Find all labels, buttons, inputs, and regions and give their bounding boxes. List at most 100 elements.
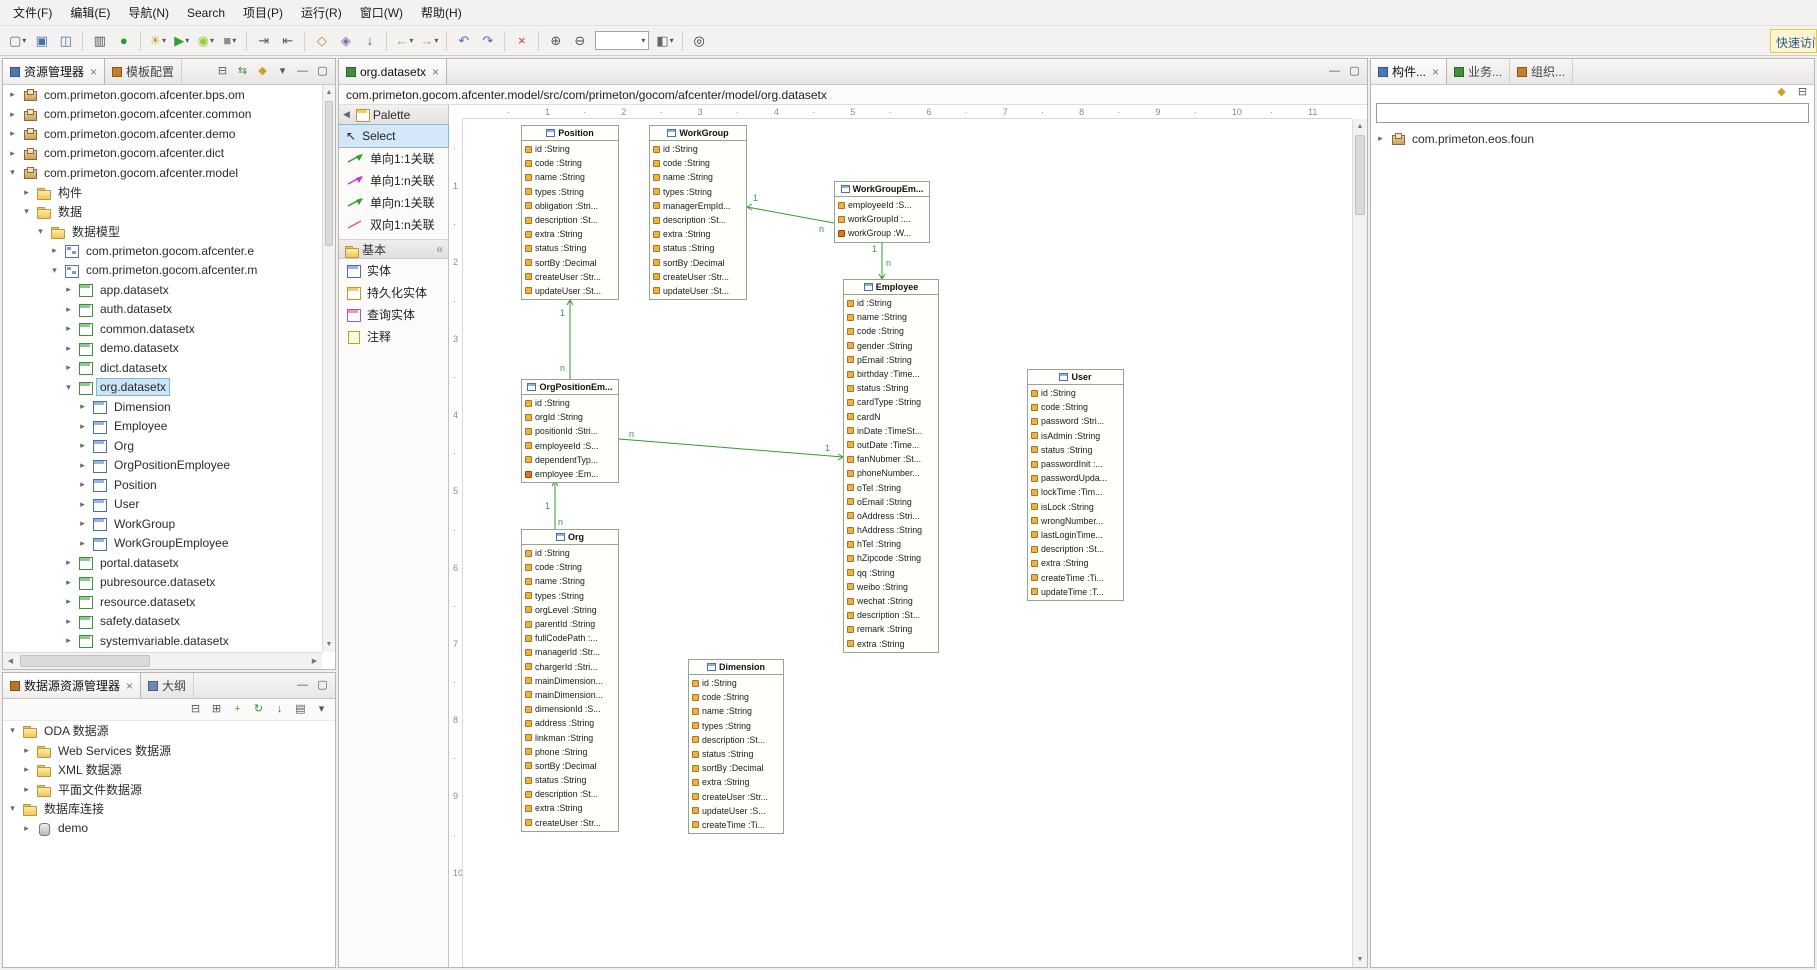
tab-org-datasetx[interactable]: org.datasetx× [339,59,447,84]
menu-item[interactable]: 编辑(E) [61,0,119,26]
collapse-all-icon[interactable]: ⊟ [215,66,230,77]
tree-item[interactable]: ▸WorkGroupEmployee [3,534,322,554]
tree-item[interactable]: ▾数据模型 [3,222,322,242]
entity-field[interactable]: fullCodePath :... [522,631,618,645]
entity-field[interactable]: managerId :Str... [522,645,618,659]
tree-item[interactable]: ▸app.datasetx [3,280,322,300]
entity-field[interactable]: sortBy :Decimal [650,256,746,270]
next-edit-button[interactable]: ↷ [476,29,499,53]
entity-field[interactable]: extra :String [1028,556,1123,570]
layout-button[interactable]: ◧▾ [653,29,676,53]
skip-breakpoints-button[interactable]: ⇥ [252,29,275,53]
entity-field[interactable]: id :String [650,142,746,156]
entity-field[interactable]: remark :String [844,622,938,636]
relationship-orgpositionemployee-position[interactable]: 1n [560,300,573,379]
entity-field[interactable]: orgId :String [522,410,618,424]
entity-field[interactable]: birthday :Time... [844,367,938,381]
entity-field[interactable]: createUser :Str... [522,816,618,830]
entity-field[interactable]: status :String [522,241,618,255]
collapsed-arrow-icon[interactable]: ▸ [63,323,74,334]
collapse-palette-icon[interactable]: ◀ [343,109,350,120]
tree-item[interactable]: ▸Position [3,475,322,495]
entity-field[interactable]: id :String [522,142,618,156]
tree-item[interactable]: ▸com.primeton.gocom.afcenter.e [3,241,322,261]
entity-field[interactable]: code :String [689,690,783,704]
expanded-arrow-icon[interactable]: ▾ [7,725,18,736]
entity-field[interactable]: createUser :Str... [522,270,618,284]
tree-item[interactable]: ▾com.primeton.gocom.afcenter.model [3,163,322,183]
collapsed-arrow-icon[interactable]: ▸ [63,596,74,607]
entity-field[interactable]: extra :String [522,801,618,815]
entity-field[interactable]: lockTime :Tim... [1028,485,1123,499]
entity-field[interactable]: hAddress :String [844,523,938,537]
scrollbar-thumb[interactable] [20,655,150,667]
entity-field[interactable]: extra :String [689,775,783,789]
tree-item[interactable]: ▸demo [3,819,335,839]
tab-components[interactable]: 构件...× [1371,59,1447,84]
tool-rel-1ton[interactable]: 单向1:n关联 [339,169,448,191]
expanded-arrow-icon[interactable]: ▾ [35,226,46,237]
entity-field[interactable]: hTel :String [844,537,938,551]
collapsed-arrow-icon[interactable]: ▸ [77,440,88,451]
tool-comment[interactable]: 注释 [339,325,448,347]
entity-field[interactable]: sortBy :Decimal [522,759,618,773]
tree-item[interactable]: ▾数据库连接 [3,799,335,819]
collapsed-arrow-icon[interactable]: ▸ [63,284,74,295]
import-button[interactable]: ↓ [358,29,381,53]
entity-field[interactable]: sortBy :Decimal [522,256,618,270]
expanded-arrow-icon[interactable]: ▾ [7,803,18,814]
entity-field[interactable]: employeeId :S... [835,198,929,212]
entity-field[interactable]: fanNubmer :St... [844,452,938,466]
tab-template-config[interactable]: 模板配置 [105,59,182,84]
entity-orgpositionemployee[interactable]: OrgPositionEm...id :StringorgId :Stringp… [521,379,619,483]
entity-field[interactable]: positionId :Stri... [522,424,618,438]
entity-field[interactable]: name :String [689,704,783,718]
scroll-left-icon[interactable]: ◀ [3,653,18,669]
entity-field[interactable]: address :String [522,716,618,730]
entity-org[interactable]: Orgid :Stringcode :Stringname :Stringtyp… [521,529,619,832]
scroll-down-icon[interactable]: ▼ [323,637,335,652]
entity-employee[interactable]: Employeeid :Stringname :Stringcode :Stri… [843,279,939,653]
entity-field[interactable]: weibo :String [844,580,938,594]
entity-field[interactable]: createUser :Str... [689,790,783,804]
entity-field[interactable]: password :Stri... [1028,414,1123,428]
new-button[interactable]: ▢▾ [6,29,29,53]
tab-organization[interactable]: 组织... [1510,59,1573,84]
tree-item[interactable]: ▾ODA 数据源 [3,721,335,741]
collapsed-arrow-icon[interactable]: ▸ [77,401,88,412]
tab-outline[interactable]: 大纲 [141,673,194,698]
entity-field[interactable]: lastLoginTime... [1028,528,1123,542]
entity-field[interactable]: id :String [689,676,783,690]
entity-field[interactable]: name :String [844,310,938,324]
scroll-down-icon[interactable]: ▼ [1353,952,1367,967]
entity-field[interactable]: code :String [522,156,618,170]
entity-field[interactable]: mainDimension... [522,688,618,702]
forward-button[interactable]: →▾ [417,29,441,53]
tree-item[interactable]: ▸portal.datasetx [3,553,322,573]
tree-item[interactable]: ▸demo.datasetx [3,339,322,359]
link-with-editor-icon[interactable]: ⇆ [235,66,250,77]
scrollbar-thumb[interactable] [1355,135,1365,215]
entity-field[interactable]: mainDimension... [522,674,618,688]
entity-field[interactable]: inDate :TimeSt... [844,424,938,438]
entity-field[interactable]: obligation :Stri... [522,199,618,213]
back-button[interactable]: ←▾ [392,29,416,53]
entity-field[interactable]: id :String [844,296,938,310]
zoom-level-combo[interactable]: ▾ [595,31,649,50]
entity-field[interactable]: sortBy :Decimal [689,761,783,775]
expanded-arrow-icon[interactable]: ▾ [63,382,74,393]
collapsed-arrow-icon[interactable]: ▸ [63,557,74,568]
zoom-in-button[interactable]: ⊕ [544,29,567,53]
menu-item[interactable]: 项目(P) [234,0,292,26]
tab-business[interactable]: 业务... [1447,59,1510,84]
close-icon[interactable]: × [90,65,97,79]
entity-field[interactable]: linkman :String [522,730,618,744]
tree-item[interactable]: ▸com.primeton.gocom.afcenter.demo [3,124,322,144]
collapsed-arrow-icon[interactable]: ▸ [77,479,88,490]
expanded-arrow-icon[interactable]: ▾ [21,206,32,217]
entity-field[interactable]: code :String [522,560,618,574]
tree-item[interactable]: ▾数据 [3,202,322,222]
stop-button[interactable]: ■▾ [218,29,241,53]
entity-field[interactable]: managerEmpId... [650,199,746,213]
entity-field[interactable]: dependentTyp... [522,453,618,467]
